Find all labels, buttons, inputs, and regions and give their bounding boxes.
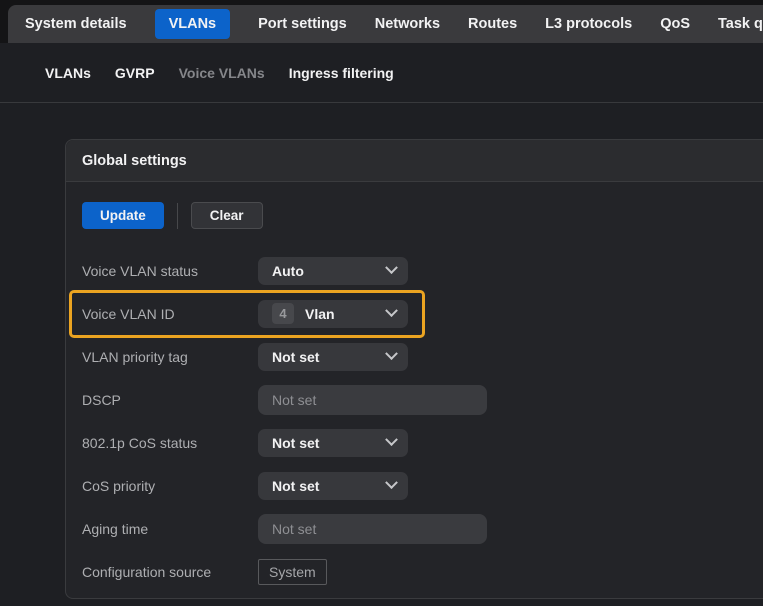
form-row-voice-vlan-id: Voice VLAN ID 4 Vlan: [82, 292, 747, 335]
subtab-gvrp[interactable]: GVRP: [115, 65, 155, 81]
form-row-voice-vlan-status: Voice VLAN status Auto: [82, 249, 747, 292]
tab-l3-protocols[interactable]: L3 protocols: [545, 9, 632, 39]
form-row-vlan-priority-tag: VLAN priority tag Not set: [82, 335, 747, 378]
field-label: VLAN priority tag: [82, 349, 258, 365]
subtab-ingress-filtering[interactable]: Ingress filtering: [289, 65, 394, 81]
select-value: Not set: [272, 435, 387, 451]
main-navigation: System details VLANs Port settings Netwo…: [8, 5, 763, 43]
form-row-cos-priority: CoS priority Not set: [82, 464, 747, 507]
subtab-voice-vlans[interactable]: Voice VLANs: [179, 65, 265, 81]
tab-system-details[interactable]: System details: [25, 9, 127, 39]
tab-port-settings[interactable]: Port settings: [258, 9, 347, 39]
tab-routes[interactable]: Routes: [468, 9, 517, 39]
tab-networks[interactable]: Networks: [375, 9, 440, 39]
top-strip: System details VLANs Port settings Netwo…: [0, 0, 763, 43]
form-row-configuration-source: Configuration source System: [82, 550, 747, 593]
vlan-id-badge: 4: [272, 303, 294, 324]
dscp-input[interactable]: [258, 385, 487, 415]
field-label: Voice VLAN status: [82, 263, 258, 279]
select-value: Not set: [272, 478, 387, 494]
update-button[interactable]: Update: [82, 202, 164, 229]
chevron-down-icon: [385, 261, 398, 274]
chevron-down-icon: [385, 476, 398, 489]
form-row-cos-status: 802.1p CoS status Not set: [82, 421, 747, 464]
tab-qos[interactable]: QoS: [660, 9, 690, 39]
aging-time-input[interactable]: [258, 514, 487, 544]
global-settings-panel: Global settings Update Clear Voice VLAN …: [65, 139, 763, 599]
subtab-vlans[interactable]: VLANs: [45, 65, 91, 81]
chevron-down-icon: [385, 304, 398, 317]
select-value: Not set: [272, 349, 387, 365]
field-label: 802.1p CoS status: [82, 435, 258, 451]
chevron-down-icon: [385, 347, 398, 360]
field-label: Voice VLAN ID: [82, 306, 258, 322]
clear-button[interactable]: Clear: [191, 202, 263, 229]
form-row-dscp: DSCP: [82, 378, 747, 421]
tab-task-queue[interactable]: Task queue: [718, 9, 763, 39]
field-label: CoS priority: [82, 478, 258, 494]
field-label: Configuration source: [82, 564, 258, 580]
tab-vlans[interactable]: VLANs: [155, 9, 231, 39]
panel-title: Global settings: [82, 153, 187, 169]
cos-priority-select[interactable]: Not set: [258, 472, 408, 500]
form-row-aging-time: Aging time: [82, 507, 747, 550]
button-divider: [177, 203, 178, 229]
field-label: DSCP: [82, 392, 258, 408]
voice-vlan-status-select[interactable]: Auto: [258, 257, 408, 285]
cos-status-select[interactable]: Not set: [258, 429, 408, 457]
action-buttons: Update Clear: [82, 202, 747, 229]
voice-vlan-id-select[interactable]: 4 Vlan: [258, 300, 408, 328]
chevron-down-icon: [385, 433, 398, 446]
select-value: Auto: [272, 263, 387, 279]
panel-header: Global settings: [66, 140, 763, 182]
panel-body: Update Clear Voice VLAN status Auto Voic…: [66, 182, 763, 598]
vlan-priority-tag-select[interactable]: Not set: [258, 343, 408, 371]
select-value: Vlan: [305, 306, 387, 322]
configuration-source-value: System: [258, 559, 327, 585]
field-label: Aging time: [82, 521, 258, 537]
vlan-sub-navigation: VLANs GVRP Voice VLANs Ingress filtering: [0, 43, 763, 103]
